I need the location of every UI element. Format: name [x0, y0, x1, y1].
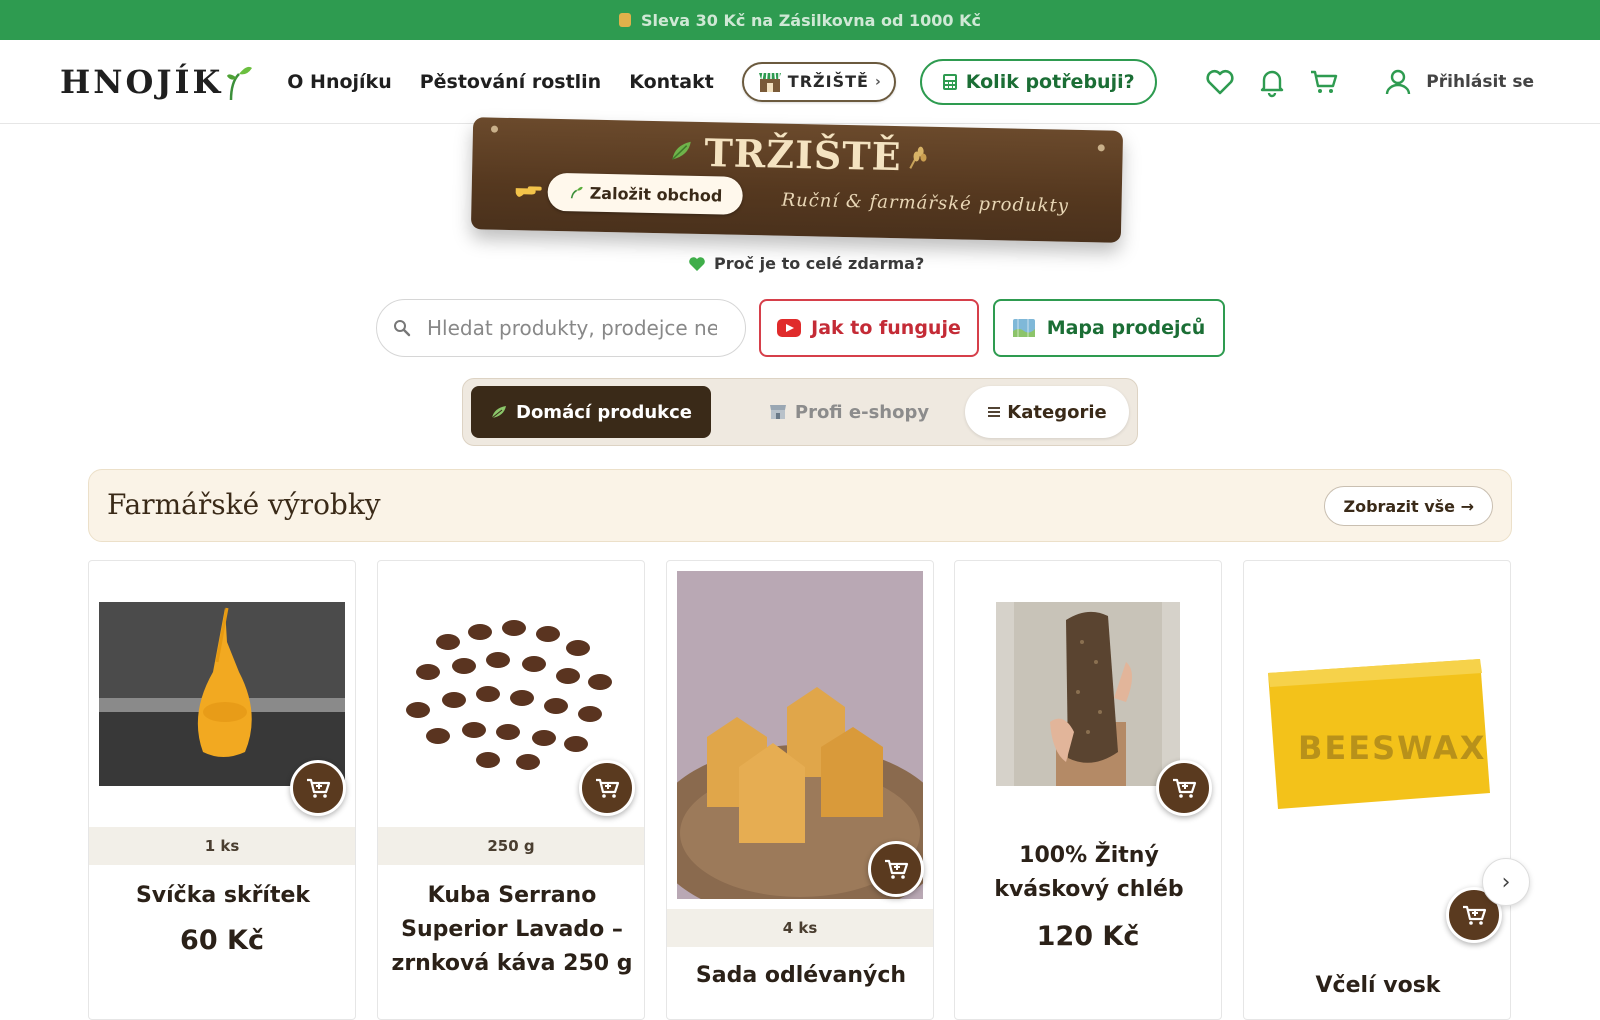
trziste-button[interactable]: TRŽIŠTĚ ›	[741, 61, 896, 102]
product-name[interactable]: Svíčka skřítek	[101, 879, 345, 913]
sprout-icon	[227, 66, 253, 100]
cart-add-icon	[596, 778, 620, 798]
product-name[interactable]: Sada odlévaných	[679, 959, 923, 993]
store-icon	[769, 405, 786, 419]
trziste-label: TRŽIŠTĚ	[787, 72, 869, 91]
search-icon	[394, 320, 411, 337]
nav-o-hnojiku[interactable]: O Hnojíku	[287, 71, 391, 93]
calculator-icon	[942, 73, 957, 90]
menu-icon	[988, 407, 1001, 417]
add-to-cart-button[interactable]	[868, 841, 924, 897]
logo-text: HNOJÍK	[60, 62, 224, 101]
bell-icon[interactable]	[1256, 66, 1288, 98]
product-image	[99, 602, 345, 786]
leaf-icon	[671, 141, 691, 160]
cart-icon[interactable]	[1308, 66, 1340, 98]
product-name[interactable]: 100% Žitný kváskový chléb	[967, 839, 1211, 907]
product-price: 60 Kč	[180, 925, 264, 956]
product-card[interactable]: BEESWAX Včelí vosk	[1243, 560, 1511, 1020]
heart-icon[interactable]	[1204, 66, 1236, 98]
storefront-icon	[758, 72, 781, 92]
create-shop-label: Založit obchod	[589, 183, 723, 205]
promo-bar: Sleva 30 Kč na Zásilkovna od 1000 Kč	[0, 0, 1600, 40]
tab-kategorie-label: Kategorie	[1007, 401, 1107, 423]
nail-icon	[1097, 144, 1105, 152]
chevron-right-icon: ›	[874, 73, 882, 90]
tab-kategorie[interactable]: Kategorie	[965, 386, 1129, 438]
product-card[interactable]: 4 ks Sada odlévaných	[666, 560, 934, 1020]
product-name[interactable]: Včelí vosk	[1256, 969, 1500, 1003]
promo-text: Sleva 30 Kč na Zásilkovna od 1000 Kč	[641, 10, 981, 30]
cart-add-icon	[1463, 905, 1487, 925]
tab-profi-label: Profi e-shopy	[794, 401, 930, 423]
section-header: Farmářské výrobky Zobrazit vše →	[88, 469, 1512, 542]
add-to-cart-button[interactable]	[1156, 760, 1212, 816]
wheat-icon	[909, 146, 927, 169]
site-logo[interactable]: HNOJÍK	[60, 62, 253, 102]
how-it-works-button[interactable]: Jak to funguje	[759, 299, 979, 357]
search-input[interactable]	[427, 316, 717, 340]
tab-profi-eshopy[interactable]: Profi e-shopy	[749, 386, 949, 438]
product-image	[996, 602, 1180, 786]
catalog-tabs: Domácí produkce Profi e-shopy Kategorie	[462, 378, 1138, 446]
nail-icon	[490, 125, 499, 133]
why-free-link[interactable]: Proč je to celé zdarma?	[688, 254, 924, 273]
sellers-map-label: Mapa prodejců	[1046, 317, 1206, 339]
product-card[interactable]: 100% Žitný kváskový chléb 120 Kč	[954, 560, 1222, 1020]
product-image	[388, 602, 634, 786]
map-icon	[1012, 319, 1035, 337]
section-title: Farmářské výrobky	[107, 488, 381, 521]
youtube-icon	[777, 319, 802, 337]
pointing-hand-icon	[515, 186, 542, 197]
sprout-icon	[570, 186, 583, 199]
add-to-cart-button[interactable]	[579, 760, 635, 816]
tab-domaci-produkce[interactable]: Domácí produkce	[471, 386, 711, 438]
site-header: HNOJÍK O Hnojíku Pěstování rostlin Konta…	[0, 40, 1600, 124]
green-heart-icon	[689, 256, 705, 271]
nav-kontakt[interactable]: Kontakt	[629, 71, 714, 93]
marketplace-banner: TRŽIŠTĚ Založit obchod Ruční & farmářské…	[470, 117, 1124, 244]
cart-add-icon	[1173, 778, 1197, 798]
product-name[interactable]: Kuba Serrano Superior Lavado – zrnková k…	[390, 879, 634, 981]
product-card[interactable]: 250 g Kuba Serrano Superior Lavado – zrn…	[377, 560, 645, 1020]
cart-add-icon	[885, 859, 909, 879]
product-price: 120 Kč	[1036, 921, 1140, 952]
search-box[interactable]	[376, 299, 746, 357]
kolik-potrebuji-button[interactable]: Kolik potřebuji?	[919, 58, 1157, 105]
wooden-board: TRŽIŠTĚ Založit obchod Ruční & farmářské…	[470, 117, 1124, 243]
add-to-cart-button[interactable]	[290, 760, 346, 816]
board-title: TRŽIŠTĚ	[704, 130, 903, 180]
create-shop-button[interactable]: Založit obchod	[547, 172, 743, 215]
cart-add-icon	[307, 778, 331, 798]
product-image-label: BEESWAX	[1298, 729, 1487, 767]
how-it-works-label: Jak to funguje	[811, 317, 961, 339]
coins-icon	[619, 13, 631, 27]
leaf-icon	[491, 406, 506, 419]
product-quantity: 1 ks	[89, 827, 355, 865]
sellers-map-button[interactable]: Mapa prodejců	[993, 299, 1225, 357]
user-icon[interactable]	[1382, 66, 1414, 98]
login-link[interactable]: Přihlásit se	[1426, 72, 1534, 92]
product-quantity: 250 g	[378, 827, 644, 865]
header-icons: Přihlásit se	[1184, 40, 1534, 124]
tab-domaci-label: Domácí produkce	[516, 401, 692, 423]
nav-pestovani-rostlin[interactable]: Pěstování rostlin	[420, 71, 601, 93]
chevron-right-icon: ›	[1501, 869, 1511, 895]
product-card[interactable]: 1 ks Svíčka skřítek 60 Kč	[88, 560, 356, 1020]
carousel-next-button[interactable]: ›	[1482, 858, 1530, 906]
board-subtitle: Ruční & farmářské produkty	[781, 189, 1070, 217]
why-free-label: Proč je to celé zdarma?	[714, 254, 925, 273]
kolik-label: Kolik potřebuji?	[965, 70, 1135, 93]
product-quantity: 4 ks	[667, 909, 933, 947]
show-all-button[interactable]: Zobrazit vše →	[1324, 486, 1493, 526]
